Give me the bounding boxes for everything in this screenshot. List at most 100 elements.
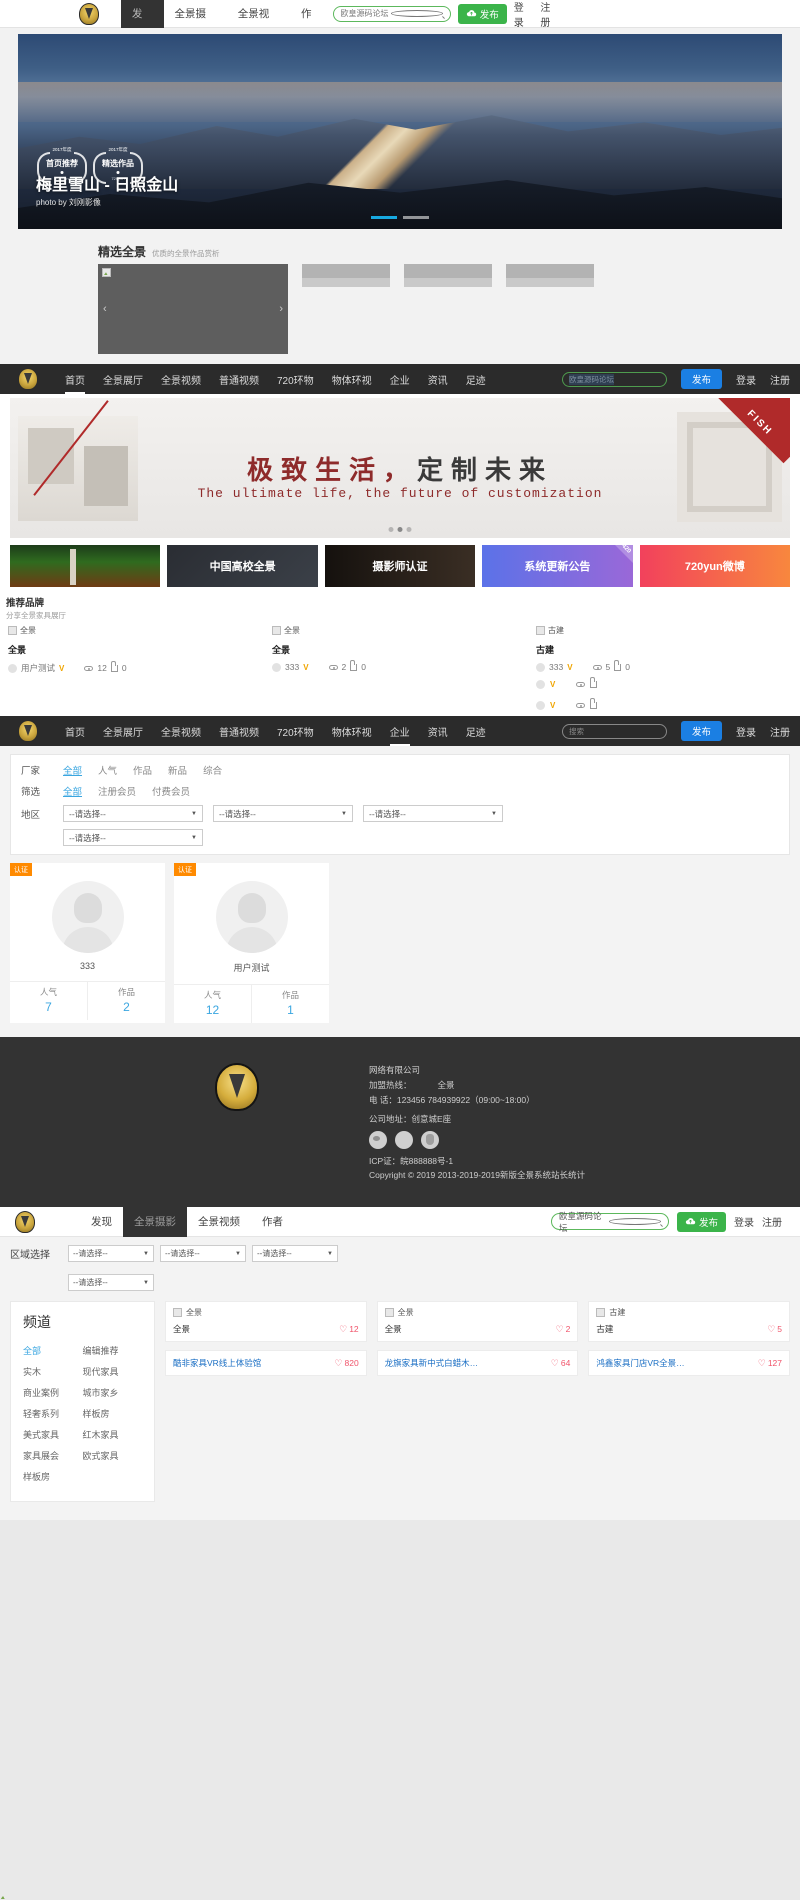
- login-link[interactable]: 登录: [514, 0, 534, 29]
- channel-item-american-furniture[interactable]: 美式家具: [23, 1424, 83, 1445]
- channel-item-model-room-2[interactable]: 样板房: [23, 1466, 83, 1487]
- featured-thumb[interactable]: [404, 264, 492, 287]
- site-logo-icon[interactable]: [15, 1210, 35, 1233]
- region-select-province[interactable]: --请选择-- ▼: [63, 805, 203, 822]
- nav-item-author[interactable]: 作者: [251, 1207, 294, 1237]
- like-group[interactable]: ♡ 12: [339, 1324, 359, 1335]
- search-input[interactable]: 欧皇源码论坛: [550, 1211, 669, 1233]
- nav-item-pano-video[interactable]: 全景视频: [187, 1207, 251, 1237]
- nav-item-news[interactable]: 资讯: [419, 724, 457, 739]
- brand-item-author[interactable]: 333: [549, 662, 563, 672]
- nav-item-pano-video[interactable]: 全景视频: [152, 724, 210, 739]
- feature-card-system-update[interactable]: 420 系统更新公告: [482, 545, 633, 587]
- banner-carousel-dots[interactable]: [388, 527, 412, 532]
- search-input[interactable]: 欧皇源码论坛: [332, 5, 451, 22]
- nav-item-pano-gallery[interactable]: 全景展厅: [94, 724, 152, 739]
- brand-item-thumb[interactable]: 全景: [272, 625, 528, 636]
- area-select-city[interactable]: --请选择-- ▼: [160, 1245, 246, 1263]
- user-card[interactable]: 认证 333 人气 7 作品 2: [10, 863, 165, 1023]
- product-thumb[interactable]: 全景: [166, 1302, 366, 1320]
- carousel-prev-icon[interactable]: ‹: [103, 303, 107, 315]
- product-thumb[interactable]: 古建: [589, 1302, 789, 1320]
- search-icon[interactable]: [390, 10, 443, 17]
- like-group[interactable]: ♡ 5: [767, 1324, 782, 1335]
- banner-dot-2[interactable]: [397, 527, 403, 532]
- login-link[interactable]: 登录: [736, 372, 756, 387]
- featured-main-thumb[interactable]: ‹ ›: [98, 264, 288, 354]
- nav-item-720-object[interactable]: 720环物: [268, 724, 323, 739]
- nav-item-normal-video[interactable]: 普通视频: [210, 724, 268, 739]
- nav-item-720-object[interactable]: 720环物: [268, 372, 323, 387]
- nav-item-discover[interactable]: 发现: [80, 1207, 123, 1237]
- nav-item-normal-video[interactable]: 普通视频: [210, 372, 268, 387]
- weibo-icon[interactable]: [394, 1130, 413, 1149]
- nav-item-footprint[interactable]: 足迹: [457, 372, 495, 387]
- brand-item[interactable]: 古建 古建 333 V 5 0: [532, 625, 796, 674]
- nav-item-news[interactable]: 资讯: [419, 372, 457, 387]
- nav-item-footprint[interactable]: 足迹: [457, 724, 495, 739]
- featured-thumb[interactable]: [302, 264, 390, 287]
- nav-item-author[interactable]: 作者: [290, 0, 333, 48]
- product-card[interactable]: 全景 全景 ♡ 2: [376, 1301, 579, 1343]
- channel-item-european-furniture[interactable]: 欧式家具: [83, 1445, 143, 1466]
- publish-button[interactable]: 发布: [676, 1211, 726, 1232]
- brand-item-thumb[interactable]: 古建: [536, 625, 792, 636]
- nav-item-enterprise[interactable]: 企业: [381, 724, 419, 746]
- site-logo-icon[interactable]: [78, 2, 99, 25]
- filter-option-all[interactable]: 全部: [63, 784, 82, 798]
- banner-dot-3[interactable]: [406, 527, 412, 532]
- carousel-next-icon[interactable]: ›: [279, 303, 283, 315]
- channel-item-city-hometown[interactable]: 城市家乡: [83, 1382, 143, 1403]
- channel-item-light-luxury[interactable]: 轻奢系列: [23, 1403, 83, 1424]
- nav-item-discover[interactable]: 发现: [120, 0, 164, 48]
- site-logo-icon[interactable]: [18, 368, 38, 390]
- area-select-district[interactable]: --请选择-- ▼: [252, 1245, 338, 1263]
- register-link[interactable]: 注册: [770, 724, 790, 739]
- register-link[interactable]: 注册: [770, 372, 790, 387]
- carousel-dot-1[interactable]: [371, 216, 397, 219]
- channel-item-editor-pick[interactable]: 编辑推荐: [83, 1340, 143, 1361]
- banner-dot-1[interactable]: [388, 527, 394, 532]
- nav-item-object-view[interactable]: 物体环视: [323, 372, 381, 387]
- channel-item-business-case[interactable]: 商业案例: [23, 1382, 83, 1403]
- nav-item-pano-photo[interactable]: 全景摄影: [123, 1206, 187, 1237]
- brand-item[interactable]: 全景 全景 333 V 2 0: [268, 625, 532, 674]
- nav-item-home[interactable]: 首页: [56, 724, 94, 739]
- channel-item-model-room[interactable]: 样板房: [83, 1403, 143, 1424]
- channel-item-mahogany-furniture[interactable]: 红木家具: [83, 1424, 143, 1445]
- filter-option-comprehensive[interactable]: 综合: [203, 763, 222, 777]
- nav-item-home[interactable]: 首页: [56, 372, 94, 394]
- product-card[interactable]: 古建 古建 ♡ 5: [588, 1301, 791, 1343]
- like-group[interactable]: ♡ 127: [758, 1358, 782, 1369]
- feature-card-weibo[interactable]: 720yun微博: [639, 545, 791, 587]
- login-link[interactable]: 登录: [736, 724, 756, 739]
- nav-item-pano-video[interactable]: 全景视频: [152, 372, 210, 387]
- product-card[interactable]: 鸿鑫家具门店VR全景… ♡ 127: [588, 1350, 791, 1377]
- search-icon[interactable]: [608, 1218, 661, 1226]
- channel-item-all[interactable]: 全部: [23, 1340, 83, 1361]
- brand-item-placeholder[interactable]: V: [532, 677, 796, 689]
- channel-item-furniture-expo[interactable]: 家具展会: [23, 1445, 83, 1466]
- filter-option-popular[interactable]: 人气: [98, 763, 117, 777]
- hero-carousel-dots[interactable]: [371, 216, 429, 219]
- nav-item-object-view[interactable]: 物体环视: [323, 724, 381, 739]
- nav-item-enterprise[interactable]: 企业: [381, 372, 419, 387]
- feature-card-photographer-cert[interactable]: 摄影师认证: [324, 545, 476, 587]
- promo-banner[interactable]: FISH 极致生活，定制未来 The ultimate life, the fu…: [10, 398, 790, 538]
- filter-option-registered-member[interactable]: 注册会员: [98, 784, 136, 798]
- feature-card-university[interactable]: 中国高校全景: [167, 545, 318, 587]
- brand-item-placeholder[interactable]: V: [532, 698, 796, 710]
- product-card[interactable]: 龙旗家具新中式白蜡木… ♡ 64: [376, 1350, 579, 1377]
- area-select-province[interactable]: --请选择-- ▼: [68, 1245, 154, 1263]
- like-group[interactable]: ♡ 64: [551, 1358, 571, 1369]
- region-select-city[interactable]: --请选择-- ▼: [213, 805, 353, 822]
- publish-button[interactable]: 发布: [680, 721, 722, 741]
- feature-card-rocket[interactable]: [10, 545, 161, 587]
- search-input[interactable]: 搜索: [561, 723, 667, 739]
- channel-item-modern-furniture[interactable]: 现代家具: [83, 1361, 143, 1382]
- filter-option-works[interactable]: 作品: [133, 763, 152, 777]
- region-select-district[interactable]: --请选择-- ▼: [363, 805, 503, 822]
- hero-banner[interactable]: 2017年度 首页推荐 720yun 2017年度 精选作品 720yun 梅里…: [18, 34, 782, 229]
- login-link[interactable]: 登录: [734, 1214, 754, 1229]
- channel-item-solid-wood[interactable]: 实木: [23, 1361, 83, 1382]
